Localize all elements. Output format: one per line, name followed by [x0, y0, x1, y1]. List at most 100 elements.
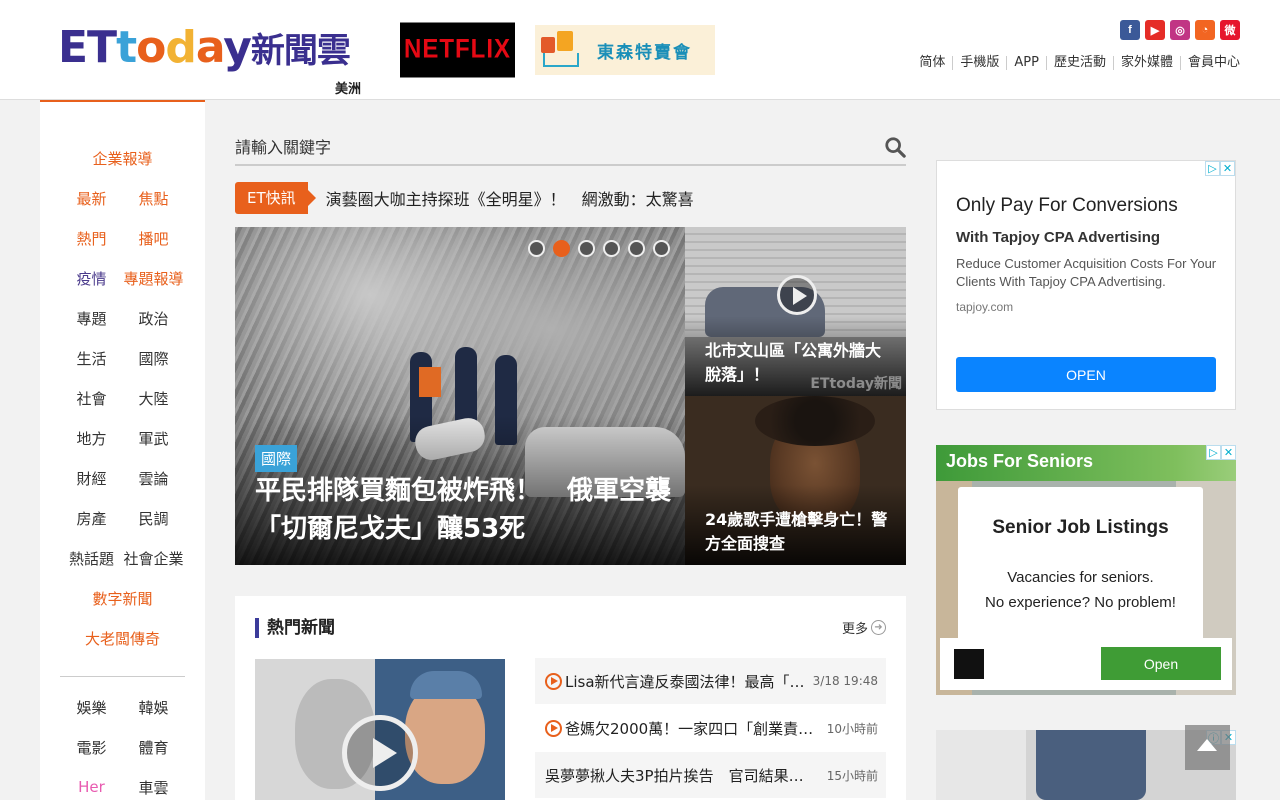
nav-mainland[interactable]: 大陸 [123, 388, 185, 409]
nav-international[interactable]: 國際 [123, 348, 185, 369]
nav-polls[interactable]: 民調 [123, 508, 185, 529]
more-link[interactable]: 更多 ➜ [842, 618, 886, 637]
hot-news-list: Lisa新代言違反泰國法律！最高「… 3/18 19:48 爸媽欠2000萬！一… [535, 658, 886, 799]
slider-dot[interactable] [603, 240, 620, 257]
item-title: 爸媽欠2000萬！一家四口「創業責… [565, 719, 814, 738]
youtube-icon[interactable]: ▶ [1145, 20, 1165, 40]
topnav-outdoor-media[interactable]: 家外媒體 [1112, 56, 1180, 70]
nav-real-estate[interactable]: 房產 [61, 508, 123, 529]
nav-hot-topics[interactable]: 熱話題 [61, 548, 123, 569]
ad-subheadline: With Tapjoy CPA Advertising [956, 229, 1161, 246]
hero-story[interactable]: 國際 平民排隊買麵包被炸飛！ 俄軍空襲「切爾尼戈夫」釀53死 [235, 227, 685, 565]
ad-open-button[interactable]: OPEN [956, 357, 1216, 392]
more-label: 更多 [841, 622, 868, 637]
slider-dot[interactable] [628, 240, 645, 257]
slider-dot[interactable] [528, 240, 545, 257]
nav-entertainment[interactable]: 娛樂 [61, 697, 123, 718]
facebook-icon[interactable]: f [1120, 20, 1140, 40]
nav-data-news[interactable]: 數字新聞 [92, 588, 152, 609]
nav-politics[interactable]: 政治 [123, 308, 185, 329]
nav-society[interactable]: 社會 [61, 388, 123, 409]
side-story[interactable]: 24歲歌手遭槍擊身亡！警方全面搜查 [685, 396, 906, 565]
nav-hot[interactable]: 熱門 [61, 228, 123, 249]
top-navigation: 简体 手機版 APP 歷史活動 家外媒體 會員中心 [912, 56, 1240, 70]
topnav-member-center[interactable]: 會員中心 [1179, 56, 1240, 70]
breaking-news-ticker: ET快訊 演藝圈大咖主持探班《全明星》！ 網激動：太驚喜 [235, 182, 694, 214]
list-item[interactable]: 吳夢夢揪人夫3P拍片挨告 官司結果… 15小時前 [535, 752, 886, 798]
topnav-history-events[interactable]: 歷史活動 [1045, 56, 1113, 70]
slider-dot[interactable] [578, 240, 595, 257]
instagram-icon[interactable]: ◎ [1170, 20, 1190, 40]
side-story-title[interactable]: 24歲歌手遭槍擊身亡！警方全面搜查 [705, 508, 895, 556]
rss-icon[interactable]: ◔ [1195, 20, 1215, 40]
jobs-ad[interactable]: Jobs For Seniors ▷ ✕ Senior Job Listings … [936, 445, 1236, 695]
nav-finance[interactable]: 財經 [61, 468, 123, 489]
nav-focus[interactable]: 焦點 [123, 188, 185, 209]
nav-topics[interactable]: 專題 [61, 308, 123, 329]
nav-opinion[interactable]: 雲論 [123, 468, 185, 489]
nav-latest[interactable]: 最新 [61, 188, 123, 209]
nav-divider [60, 676, 185, 677]
ad-card-text: Vacancies for seniors. No experience? No… [958, 565, 1203, 615]
flash-tag: ET快訊 [235, 182, 316, 214]
nav-military[interactable]: 軍武 [123, 428, 185, 449]
nav-feature-report[interactable]: 專題報導 [123, 268, 185, 289]
ad-url: tapjoy.com [956, 300, 1014, 314]
nav-boss-legends[interactable]: 大老闆傳奇 [85, 628, 160, 649]
site-header: ETtoday新聞雲 美洲 NETFLIX 東森特賣會 f ▶ ◎ ◔ 微 简体… [0, 0, 1280, 100]
list-item[interactable]: Lisa新代言違反泰國法律！最高「… 3/18 19:48 [535, 658, 886, 704]
nav-movies[interactable]: 電影 [61, 737, 123, 758]
region-label: 美洲 [334, 82, 361, 97]
topnav-simplified[interactable]: 简体 [912, 56, 952, 70]
play-icon[interactable] [342, 715, 418, 791]
slider-dot-active[interactable] [553, 240, 570, 257]
topnav-app[interactable]: APP [1006, 56, 1046, 70]
netflix-banner-ad[interactable]: NETFLIX [400, 22, 515, 78]
watermark: ETtoday新聞 [810, 376, 902, 392]
ad-headline: Only Pay For Conversions [956, 195, 1178, 216]
slider-dot[interactable] [653, 240, 670, 257]
search-icon[interactable] [884, 136, 906, 158]
nav-korean-ent[interactable]: 韓娛 [123, 697, 185, 718]
hero-title[interactable]: 平民排隊買麵包被炸飛！ 俄軍空襲「切爾尼戈夫」釀53死 [255, 472, 675, 548]
shopping-cart-icon [535, 25, 587, 75]
slider-dots [528, 240, 670, 257]
nav-corporate-report[interactable]: 企業報導 [92, 148, 152, 169]
flash-headline[interactable]: 演藝圈大咖主持探班《全明星》！ 網激動：太驚喜 [326, 186, 694, 210]
nav-podcast[interactable]: 播吧 [123, 228, 185, 249]
advertiser-logo [954, 649, 984, 679]
ad-banner-label: Jobs For Seniors [946, 451, 1094, 471]
topnav-mobile[interactable]: 手機版 [952, 56, 1006, 70]
nav-sports[interactable]: 體育 [123, 737, 185, 758]
ad-footer: Open [940, 638, 1232, 690]
nav-pandemic[interactable]: 疫情 [61, 268, 123, 289]
tapjoy-ad[interactable]: ▷ ✕ Only Pay For Conversions With Tapjoy … [936, 160, 1236, 410]
adchoices-icon[interactable]: ▷ ✕ [1205, 161, 1235, 176]
item-title: 吳夢夢揪人夫3P拍片挨告 官司結果… [545, 766, 804, 785]
hero-category-badge[interactable]: 國際 [255, 445, 298, 472]
adchoices-icon[interactable]: ▷ ✕ [1206, 445, 1236, 460]
ad-card: Senior Job Listings Vacancies for senior… [958, 487, 1203, 657]
tosen-banner-ad[interactable]: 東森特賣會 [535, 25, 715, 75]
social-links: f ▶ ◎ ◔ 微 [1120, 20, 1240, 40]
play-icon[interactable] [777, 275, 817, 315]
nav-social-enterprise[interactable]: 社會企業 [123, 548, 185, 569]
nav-life[interactable]: 生活 [61, 348, 123, 369]
video-thumbnail[interactable] [255, 659, 505, 800]
weibo-icon[interactable]: 微 [1220, 20, 1240, 40]
list-item[interactable]: 爸媽欠2000萬！一家四口「創業責… 10小時前 [535, 705, 886, 751]
site-logo[interactable]: ETtoday新聞雲 美洲 [58, 22, 363, 97]
ad-open-button[interactable]: Open [1101, 647, 1221, 680]
nav-local[interactable]: 地方 [61, 428, 123, 449]
tosen-ad-label: 東森特賣會 [597, 42, 692, 63]
search-input[interactable] [235, 130, 855, 164]
ad-card-line: Vacancies for seniors. [1007, 569, 1154, 586]
nav-her[interactable]: Her [61, 778, 123, 796]
back-to-top-button[interactable] [1185, 725, 1230, 770]
item-title: Lisa新代言違反泰國法律！最高「… [565, 672, 805, 691]
search-bar [235, 130, 906, 166]
category-sidebar: 企業報導 最新 焦點 熱門 播吧 疫情 專題報導 專題 政治 生活 國際 社會 大陸 地方軍… [40, 100, 205, 800]
side-story[interactable]: 北市文山區「公寓外牆大脫落」！ ETtoday新聞 [685, 227, 906, 396]
ad-description: Reduce Customer Acquisition Costs For Yo… [956, 256, 1217, 289]
nav-cars[interactable]: 車雲 [123, 777, 185, 798]
